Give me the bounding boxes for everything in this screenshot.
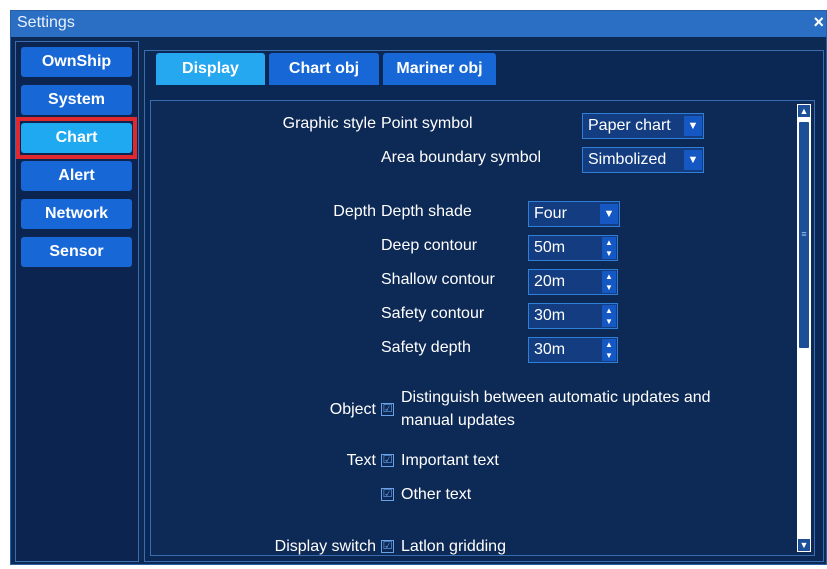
graphic-style-label: Graphic style [282,115,376,132]
safety-contour-label: Safety contour [381,305,485,322]
area-boundary-symbol-value: Simbolized [588,151,667,168]
spin-up-icon[interactable]: ▲ [602,237,616,248]
settings-window: Settings × OwnShip System Chart Alert Ne… [10,10,827,565]
content-panel: Display Chart obj Mariner obj Graphic st… [144,50,824,562]
safety-contour-stepper[interactable]: 30m ▲ ▼ [528,303,618,329]
text-label: Text [346,452,376,469]
deep-contour-value: 50m [534,239,566,256]
spin-up-icon[interactable]: ▲ [602,271,616,282]
depth-shade-label: Depth shade [381,203,472,220]
display-switch-label: Display switch [274,538,376,555]
shallow-contour-stepper[interactable]: 20m ▲ ▼ [528,269,618,295]
nav-ownship[interactable]: OwnShip [21,47,132,77]
safety-depth-stepper[interactable]: 30m ▲ ▼ [528,337,618,363]
nav-system[interactable]: System [21,85,132,115]
deep-contour-label: Deep contour [381,237,478,254]
latlon-gridding-label: Latlon gridding [401,538,506,555]
nav-alert[interactable]: Alert [21,161,132,191]
area-boundary-symbol-select[interactable]: Simbolized ▼ [582,147,704,173]
scroll-down-icon[interactable]: ▼ [798,539,810,551]
spin-down-icon[interactable]: ▼ [602,282,616,293]
scroll-up-icon[interactable]: ▲ [798,105,810,117]
other-text-label: Other text [401,486,472,503]
spin-up-icon[interactable]: ▲ [602,305,616,316]
safety-contour-value: 30m [534,307,566,324]
distinguish-updates-label-line1: Distinguish between automatic updates an… [401,389,711,406]
close-icon[interactable]: × [813,12,824,33]
spin-up-icon[interactable]: ▲ [602,339,616,350]
shallow-contour-label: Shallow contour [381,271,495,288]
spin-down-icon[interactable]: ▼ [602,316,616,327]
tab-mariner-obj[interactable]: Mariner obj [383,53,496,85]
settings-nav: OwnShip System Chart Alert Network Senso… [15,41,139,562]
chevron-down-icon: ▼ [684,116,702,136]
important-text-label: Important text [401,452,499,469]
distinguish-updates-label-line2: manual updates [401,412,515,429]
window-title: Settings [17,14,75,31]
checkbox-icon[interactable]: ☑ [381,488,394,501]
chevron-down-icon: ▼ [684,150,702,170]
spin-down-icon[interactable]: ▼ [602,248,616,259]
point-symbol-select[interactable]: Paper chart ▼ [582,113,704,139]
display-settings-area: Graphic style Point symbol Paper chart ▼… [150,100,815,556]
depth-shade-select[interactable]: Four ▼ [528,201,620,227]
tab-display[interactable]: Display [156,53,265,85]
deep-contour-stepper[interactable]: 50m ▲ ▼ [528,235,618,261]
chevron-down-icon: ▼ [600,204,618,224]
object-label: Object [329,401,376,418]
spin-down-icon[interactable]: ▼ [602,350,616,361]
point-symbol-value: Paper chart [588,117,671,134]
nav-network[interactable]: Network [21,199,132,229]
area-boundary-symbol-label: Area boundary symbol [381,149,542,166]
depth-label: Depth [333,203,376,220]
nav-sensor[interactable]: Sensor [21,237,132,267]
title-bar: Settings × [11,11,826,37]
scroll-thumb[interactable]: ≡ [799,122,809,348]
checkbox-icon[interactable]: ☑ [381,403,394,416]
tab-chart-obj[interactable]: Chart obj [269,53,379,85]
checkbox-icon[interactable]: ☑ [381,454,394,467]
safety-depth-label: Safety depth [381,339,471,356]
grip-icon: ≡ [801,229,807,239]
depth-shade-value: Four [534,205,567,222]
selection-highlight [16,117,137,159]
vertical-scrollbar[interactable]: ▲ ≡ ▼ [797,104,811,552]
shallow-contour-value: 20m [534,273,566,290]
safety-depth-value: 30m [534,341,566,358]
point-symbol-label: Point symbol [381,115,473,132]
checkbox-icon[interactable]: ☑ [381,540,394,553]
